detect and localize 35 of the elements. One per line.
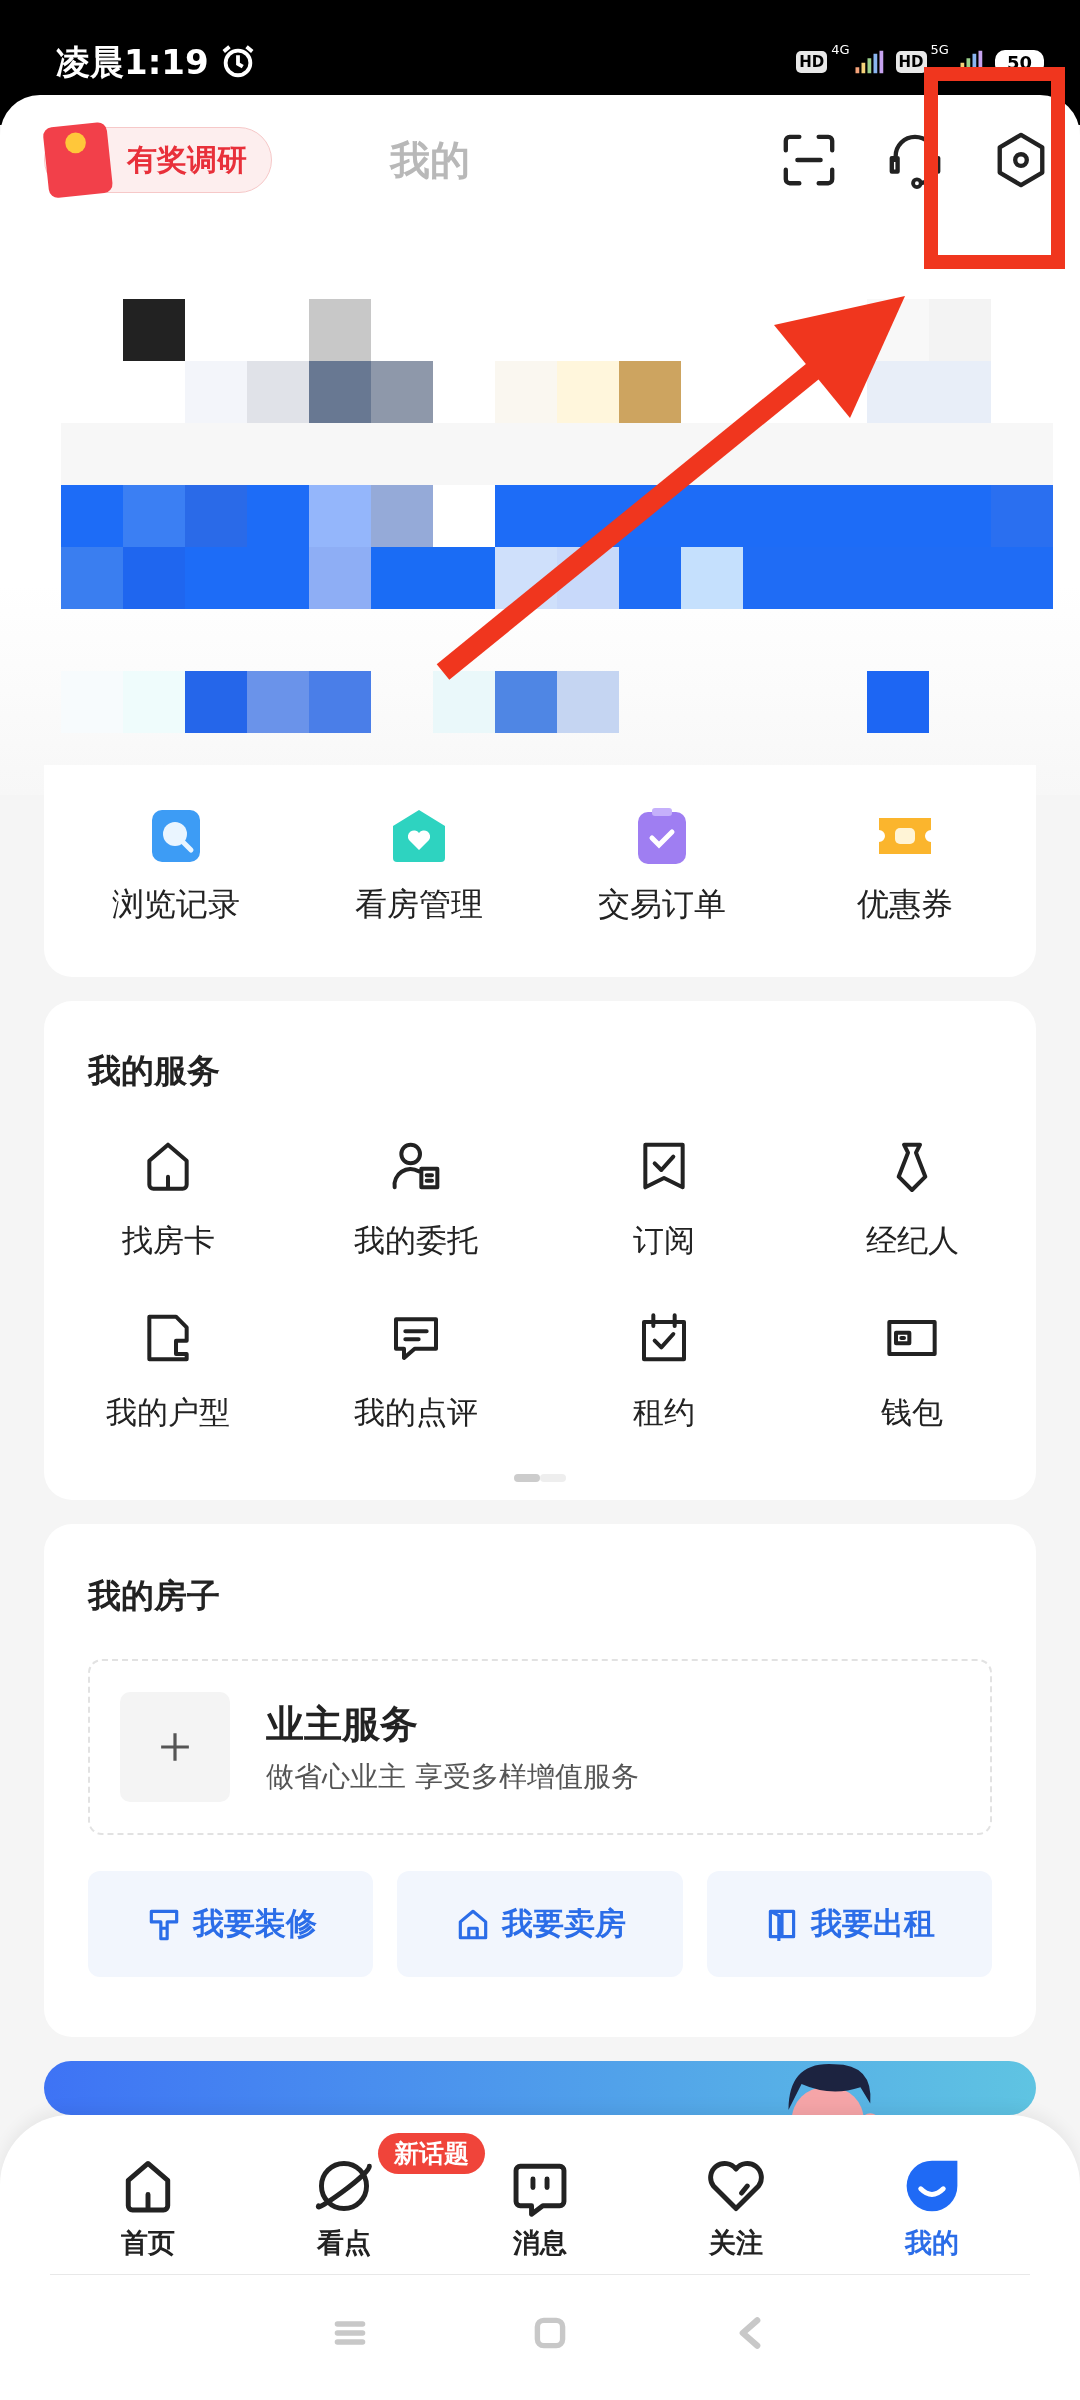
- action-button[interactable]: 我要装修: [88, 1871, 374, 1977]
- action-button[interactable]: 我要卖房: [397, 1871, 683, 1977]
- quick-tool[interactable]: 浏览记录: [75, 805, 276, 927]
- quick-tool[interactable]: 看房管理: [318, 805, 519, 927]
- quick-tool[interactable]: 优惠券: [804, 805, 1005, 927]
- network-type: 5G: [930, 42, 949, 57]
- action-button[interactable]: 我要出租: [706, 1871, 992, 1977]
- page-title: 我的: [390, 135, 470, 185]
- nav-tab[interactable]: 关注: [705, 2155, 767, 2261]
- owner-service-title: 业主服务: [266, 1700, 419, 1748]
- hd-badge: HD: [796, 51, 828, 73]
- owner-service-subtitle: 做省心业主 享受多样增值服务: [266, 1758, 639, 1795]
- section-title: 我的房子: [88, 1575, 221, 1617]
- service-item[interactable]: 我的户型: [44, 1306, 292, 1434]
- service-item[interactable]: 钱包: [788, 1306, 1036, 1434]
- service-item[interactable]: 经纪人: [788, 1134, 1036, 1262]
- nav-tab[interactable]: 消息: [509, 2155, 571, 2261]
- service-item[interactable]: 我的委托: [292, 1134, 540, 1262]
- service-item[interactable]: 订阅: [540, 1134, 788, 1262]
- owner-service-card[interactable]: 业主服务 做省心业主 享受多样增值服务: [88, 1659, 992, 1835]
- network-type: 4G: [831, 42, 850, 57]
- service-item[interactable]: 找房卡: [44, 1134, 292, 1262]
- signal-icon: [853, 50, 884, 74]
- service-item[interactable]: 我的点评: [292, 1306, 540, 1434]
- service-item[interactable]: 租约: [540, 1306, 788, 1434]
- nav-tab[interactable]: 我的: [901, 2155, 963, 2261]
- status-time: 凌晨1:19: [56, 42, 209, 82]
- new-topic-badge: 新话题: [378, 2133, 485, 2174]
- hd-badge: HD: [895, 51, 927, 73]
- section-title: 我的服务: [88, 1050, 221, 1092]
- promo-banner[interactable]: [44, 2061, 1036, 2115]
- nav-tab[interactable]: 首页: [117, 2155, 179, 2261]
- nav-tab[interactable]: 看点: [313, 2155, 375, 2261]
- quick-tool[interactable]: 交易订单: [561, 805, 762, 927]
- plus-icon: [159, 1731, 191, 1763]
